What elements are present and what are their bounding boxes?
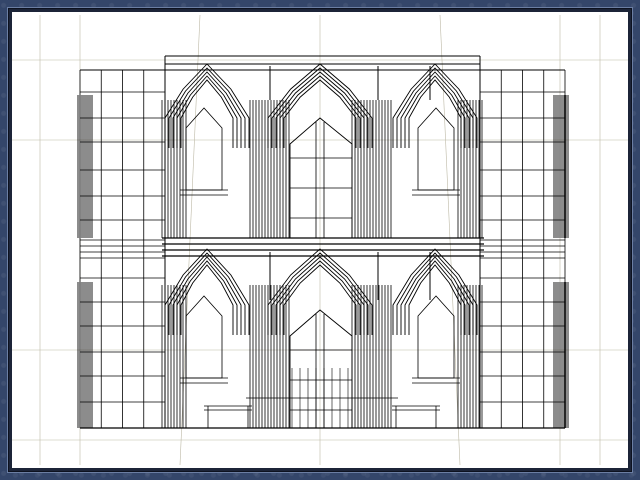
facade-wireframe (77, 55, 569, 429)
lower-side-window-right (417, 295, 455, 379)
upper-side-window-right (417, 107, 455, 191)
center-opening (289, 117, 353, 238)
upper-side-window-left (185, 107, 223, 191)
upper-arch (400, 71, 470, 148)
window-frame (0, 0, 640, 480)
lower-arch (164, 248, 250, 335)
upper-arch (408, 79, 462, 148)
lower-side-window-left (185, 295, 223, 379)
upper-arch (180, 79, 234, 148)
wireframe-viewport[interactable] (12, 12, 628, 468)
perspective-guide (439, 14, 461, 466)
lower-arch (408, 264, 462, 335)
upper-arch (404, 75, 466, 148)
wireframe-model (12, 14, 628, 466)
lower-arch (400, 256, 470, 335)
lower-arch (180, 264, 234, 335)
